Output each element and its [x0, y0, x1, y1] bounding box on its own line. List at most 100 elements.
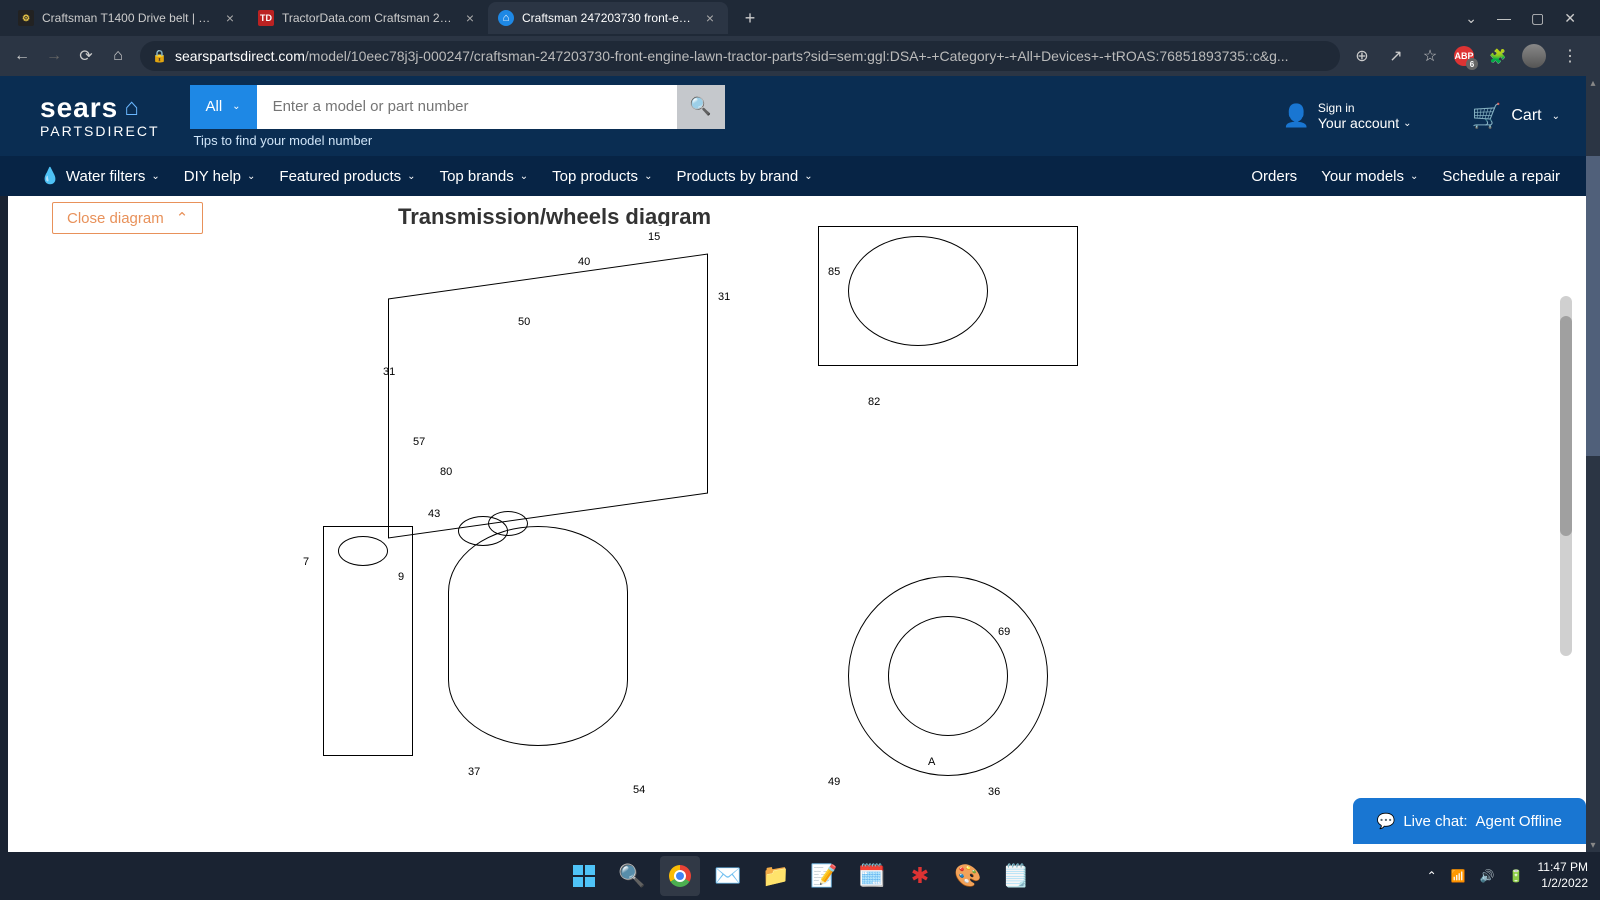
part-label: 36	[988, 786, 1000, 798]
part-label: 80	[440, 466, 452, 478]
parts-diagram[interactable]: 15 40 85 31 50 31 82 57 80 43 69 A 7 9 3…	[208, 226, 1168, 846]
search-button[interactable]: 🔍	[677, 85, 725, 129]
mail-icon: ✉️	[714, 863, 741, 889]
forward-button[interactable]: →	[44, 47, 64, 65]
scrollbar-thumb[interactable]	[1560, 316, 1572, 536]
part-label: 43	[428, 508, 440, 520]
browser-tab-active[interactable]: ⌂ Craftsman 247203730 front-engi ×	[488, 2, 728, 34]
nav-label: Orders	[1251, 168, 1297, 185]
nav-label: Top products	[552, 168, 638, 185]
nav-orders[interactable]: Orders	[1251, 168, 1297, 185]
close-icon[interactable]: ×	[462, 10, 478, 26]
wifi-icon[interactable]: 📶	[1451, 869, 1466, 883]
live-chat-button[interactable]: 💬 Live chat: Agent Offline	[1353, 798, 1586, 844]
browser-tab[interactable]: TD TractorData.com Craftsman 247.2 ×	[248, 2, 488, 34]
home-button[interactable]: ⌂	[108, 47, 128, 65]
nav-featured-products[interactable]: Featured products ⌄	[279, 168, 415, 185]
account-menu[interactable]: 👤 Sign in Your account ⌄	[1282, 101, 1411, 131]
search-input[interactable]	[257, 85, 677, 129]
favicon-icon: TD	[258, 10, 274, 26]
menu-icon[interactable]: ⋮	[1560, 46, 1580, 66]
new-tab-button[interactable]: +	[736, 4, 764, 32]
url-bar[interactable]: 🔒 searspartsdirect.com/model/10eec78j3j-…	[140, 41, 1340, 71]
scroll-down-icon[interactable]: ▾	[1586, 838, 1600, 852]
nav-water-filters[interactable]: 💧 Water filters ⌄	[40, 166, 160, 186]
extensions-icon[interactable]: 🧩	[1488, 46, 1508, 66]
nav-your-models[interactable]: Your models⌄	[1321, 168, 1418, 185]
notepad-taskbar-icon[interactable]: 📝	[804, 856, 844, 896]
part-label: 40	[578, 256, 590, 268]
close-diagram-button[interactable]: Close diagram ⌃	[52, 202, 203, 234]
site-logo[interactable]: sears ⌂ PARTSDIRECT	[40, 94, 160, 138]
scrollbar-thumb[interactable]	[1586, 156, 1600, 456]
part-label: 57	[413, 436, 425, 448]
back-button[interactable]: ←	[12, 47, 32, 65]
paint-taskbar-icon[interactable]: 🎨	[948, 856, 988, 896]
chevron-down-icon: ⌄	[247, 171, 255, 182]
file-explorer-icon[interactable]: 📁	[756, 856, 796, 896]
lock-icon: 🔒	[152, 49, 167, 63]
minimize-icon[interactable]: —	[1497, 10, 1511, 26]
tray-chevron-icon[interactable]: ⌃	[1427, 869, 1437, 883]
chrome-icon	[669, 865, 691, 887]
chevron-down-icon: ⌄	[1403, 118, 1411, 129]
battery-icon[interactable]: 🔋	[1509, 869, 1524, 883]
signin-label: Sign in	[1318, 101, 1412, 115]
browser-tab[interactable]: ⚙ Craftsman T1400 Drive belt | My ×	[8, 2, 248, 34]
nav-label: Schedule a repair	[1442, 168, 1560, 185]
system-clock[interactable]: 11:47 PM 1/2/2022	[1538, 860, 1588, 891]
chat-icon: 💬	[1377, 812, 1396, 830]
chevron-down-icon: ⌄	[407, 171, 415, 182]
logo-subtext: PARTSDIRECT	[40, 124, 160, 138]
close-icon[interactable]: ×	[702, 10, 718, 26]
nav-label: Top brands	[440, 168, 514, 185]
url-text: searspartsdirect.com/model/10eec78j3j-00…	[175, 48, 1328, 64]
tips-link[interactable]: Tips to find your model number	[190, 133, 725, 148]
volume-icon[interactable]: 🔊	[1480, 869, 1495, 883]
chrome-taskbar-icon[interactable]	[660, 856, 700, 896]
address-bar: ← → ⟳ ⌂ 🔒 searspartsdirect.com/model/10e…	[0, 36, 1600, 76]
browser-scrollbar[interactable]: ▴ ▾	[1586, 76, 1600, 852]
nav-products-by-brand[interactable]: Products by brand⌄	[676, 168, 812, 185]
notepad-icon: 📝	[810, 863, 837, 889]
nav-diy-help[interactable]: DIY help⌄	[184, 168, 256, 185]
adblock-extension-icon[interactable]: ABP6	[1454, 46, 1474, 66]
clock-time: 11:47 PM	[1538, 860, 1588, 876]
nav-label: Products by brand	[676, 168, 798, 185]
part-label: 31	[718, 291, 730, 303]
nav-label: Your models	[1321, 168, 1404, 185]
install-icon[interactable]: ⊕	[1352, 46, 1372, 66]
chevron-down-icon: ⌄	[644, 171, 652, 182]
calculator-taskbar-icon[interactable]: 🗓️	[852, 856, 892, 896]
close-window-icon[interactable]: ✕	[1564, 10, 1576, 27]
sticky-notes-icon[interactable]: 🗒️	[996, 856, 1036, 896]
droplet-icon: 💧	[40, 166, 60, 186]
app-taskbar-icon[interactable]: ✱	[900, 856, 940, 896]
nav-top-products[interactable]: Top products ⌄	[552, 168, 652, 185]
nav-label: Featured products	[279, 168, 401, 185]
tab-title: TractorData.com Craftsman 247.2	[282, 11, 454, 25]
content-scrollbar[interactable]	[1560, 296, 1572, 656]
reload-button[interactable]: ⟳	[76, 46, 96, 66]
mail-taskbar-icon[interactable]: ✉️	[708, 856, 748, 896]
search-button[interactable]: 🔍	[612, 856, 652, 896]
star-icon[interactable]: ☆	[1420, 46, 1440, 66]
share-icon[interactable]: ↗	[1386, 46, 1406, 66]
maximize-icon[interactable]: ▢	[1531, 10, 1544, 27]
part-label: 49	[828, 776, 840, 788]
scroll-up-icon[interactable]: ▴	[1586, 76, 1600, 90]
browser-tab-bar: ⚙ Craftsman T1400 Drive belt | My × TD T…	[0, 0, 1600, 36]
logo-text: sears	[40, 94, 118, 122]
cart-button[interactable]: 🛒 Cart ⌄	[1471, 102, 1560, 131]
close-icon[interactable]: ×	[222, 10, 238, 26]
nav-top-brands[interactable]: Top brands ⌄	[440, 168, 529, 185]
calculator-icon: 🗓️	[858, 863, 885, 889]
chevron-down-icon[interactable]: ⌄	[1465, 10, 1477, 27]
start-button[interactable]	[564, 856, 604, 896]
part-label: 15	[648, 231, 660, 243]
profile-avatar[interactable]	[1522, 44, 1546, 68]
nav-schedule-repair[interactable]: Schedule a repair	[1442, 168, 1560, 185]
chevron-down-icon: ⌄	[232, 101, 240, 112]
search-category-dropdown[interactable]: All ⌄	[190, 85, 257, 129]
chevron-down-icon: ⌄	[520, 171, 528, 182]
